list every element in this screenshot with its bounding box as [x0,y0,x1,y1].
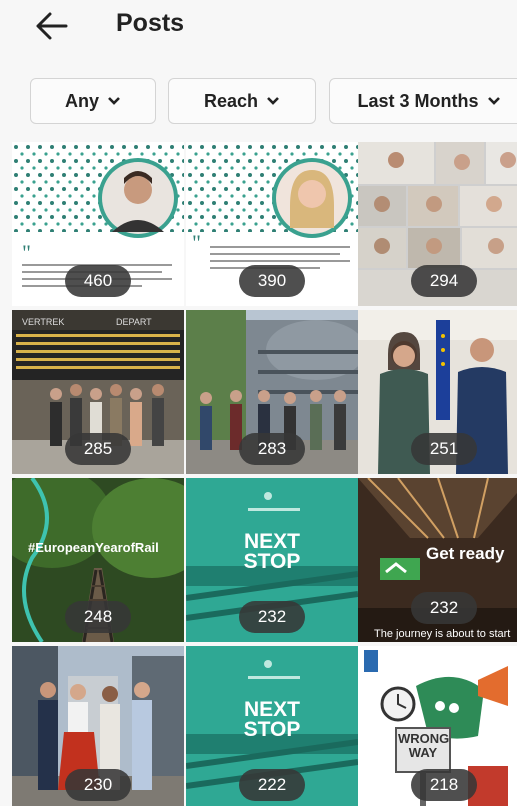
post-reach-count: 251 [411,433,477,465]
filter-metric-dropdown[interactable]: Reach [168,78,316,124]
filter-label: Reach [203,90,259,111]
header: Posts [0,0,517,60]
post-tile[interactable]: 283 [186,310,358,474]
svg-text:": " [22,240,31,265]
post-tile[interactable]: 251 [358,310,517,474]
page-title: Posts [116,9,185,37]
post-reach-count: 222 [239,769,305,801]
post-tile[interactable]: VERTREK DEPART 285 [12,310,184,474]
post-tile[interactable]: 294 [358,142,517,306]
chevron-down-icon [267,97,279,105]
post-reach-count: 283 [239,433,305,465]
sign-depart: DEPART [116,317,152,327]
post-reach-count: 248 [65,601,131,633]
filter-period-dropdown[interactable]: Last 3 Months [329,78,517,124]
post-tile[interactable]: NEXT STOP 232 [186,478,358,642]
post-reach-count: 230 [65,769,131,801]
post-reach-count: 460 [65,265,131,297]
post-tile[interactable]: NEXT STOP 222 [186,646,358,806]
post-tile[interactable]: Get ready The journey is about to start … [358,478,517,642]
posts-grid: " 460 " 390 294 VERTREK DEPART 285 283 2… [12,142,517,806]
filter-label: Any [64,90,99,111]
post-reach-count: 218 [411,769,477,801]
post-tile[interactable]: 230 [12,646,184,806]
post-tile[interactable]: " 390 [186,142,358,306]
post-overlay-text: #EuropeanYearofRail [28,540,159,555]
sign-vertrek: VERTREK [22,317,64,327]
post-tile[interactable]: #EuropeanYearofRail 248 [12,478,184,642]
filter-any-dropdown[interactable]: Any [30,78,156,124]
post-tile[interactable]: " 460 [12,142,184,306]
filter-label: Last 3 Months [357,90,479,111]
back-button[interactable] [30,8,74,44]
post-reach-count: 285 [65,433,131,465]
post-tile[interactable]: WRONG WAY 218 [358,646,517,806]
chevron-down-icon [108,97,120,105]
filter-bar: Any Reach Last 3 Months [0,78,517,126]
post-reach-count: 232 [411,592,477,624]
post-overlay-text: WRONG WAY [398,731,450,760]
post-overlay-text: NEXT STOP [243,698,301,741]
post-reach-count: 390 [239,265,305,297]
svg-text:": " [192,230,201,255]
post-overlay-text: NEXT STOP [243,530,301,573]
post-reach-count: 294 [411,265,477,297]
arrow-left-icon [36,12,68,40]
chevron-down-icon [487,97,500,105]
post-reach-count: 232 [239,601,305,633]
post-caption-text: The journey is about to start [374,628,511,640]
post-overlay-text: Get ready [426,544,505,563]
